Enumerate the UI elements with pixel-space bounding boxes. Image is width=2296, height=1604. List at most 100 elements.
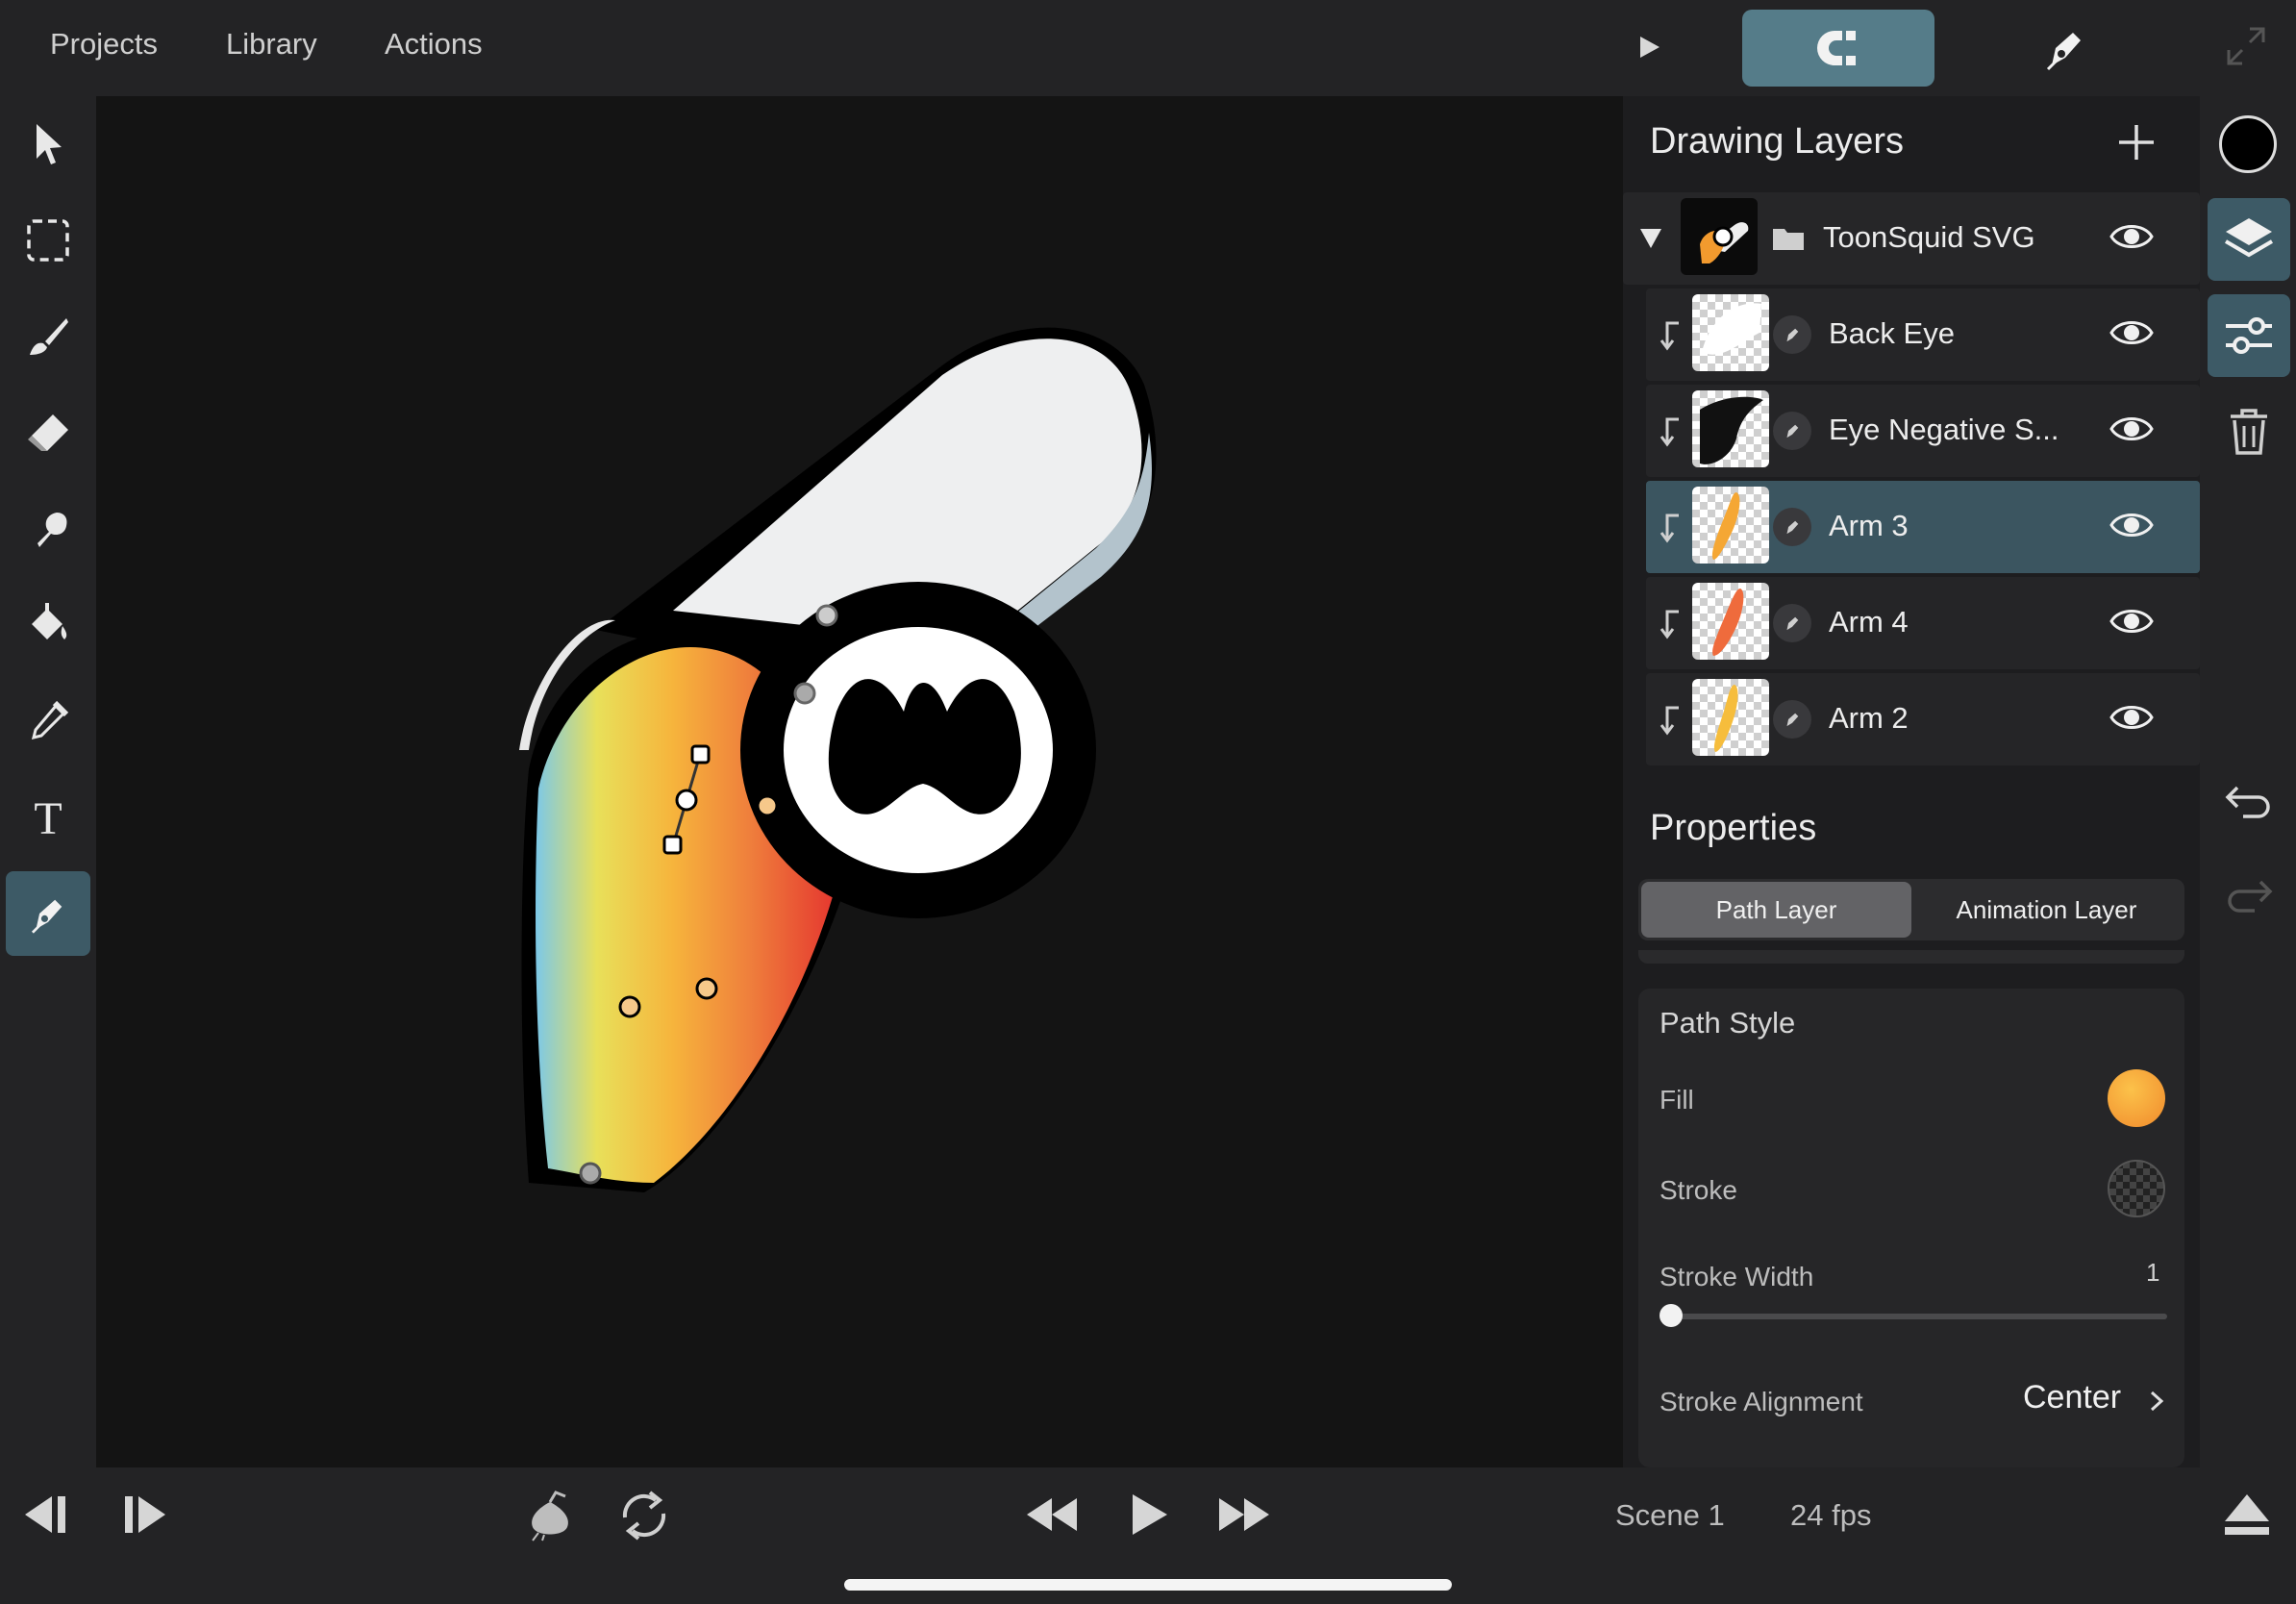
layer-row-selected[interactable]: Arm 3: [1646, 481, 2200, 573]
smudge-tool-button[interactable]: [6, 487, 90, 571]
menu-actions[interactable]: Actions: [385, 27, 483, 62]
stroke-width-slider-knob[interactable]: [1660, 1304, 1683, 1327]
visibility-eye-icon: [2109, 706, 2154, 729]
eject-icon: [2225, 1494, 2269, 1535]
select-arrow-icon: [37, 124, 62, 164]
layer-group-name: ToonSquid SVG: [1823, 220, 2035, 254]
brush-tool-button[interactable]: [6, 294, 90, 379]
stroke-width-value: 1: [2146, 1258, 2160, 1287]
path-layer-badge: [1773, 604, 1811, 642]
layer-name: Back Eye: [1829, 316, 1955, 350]
layer-thumbnail: [1692, 390, 1769, 467]
marquee-select-icon: [27, 219, 69, 262]
properties-tab-control[interactable]: Path Layer Animation Layer: [1638, 879, 2184, 940]
loop-button[interactable]: [617, 1489, 671, 1547]
pen-small-icon: [1786, 713, 1799, 727]
layer-thumbnail: [1692, 294, 1769, 371]
visibility-eye-icon: [2109, 417, 2154, 440]
fill-tool-button[interactable]: [6, 583, 90, 667]
rewind-button[interactable]: [1023, 1489, 1081, 1545]
pen-mode-icon[interactable]: [2038, 21, 2092, 80]
smudge-icon: [37, 513, 67, 547]
select-tool-button[interactable]: [6, 102, 90, 187]
pen-small-icon: [1786, 424, 1799, 439]
layer-thumbnail: [1692, 583, 1769, 660]
stroke-color-swatch[interactable]: [2108, 1160, 2165, 1217]
previous-frame-button[interactable]: [19, 1489, 71, 1545]
stroke-alignment-label: Stroke Alignment: [1660, 1387, 1863, 1416]
onion-skin-button[interactable]: [523, 1489, 577, 1547]
snapping-toggle-button[interactable]: [1742, 10, 1934, 87]
layer-name: Arm 4: [1829, 605, 1909, 639]
brush-icon: [30, 318, 68, 355]
loop-icon: [622, 1491, 666, 1541]
layer-row[interactable]: Eye Negative S...: [1646, 385, 2200, 477]
next-frame-button[interactable]: [119, 1489, 171, 1545]
rewind-icon: [1027, 1498, 1077, 1531]
marquee-tool-button[interactable]: [6, 198, 90, 283]
path-layer-badge: [1773, 315, 1811, 354]
path-style-card: Path Style Fill Stroke Stroke Width 1 St…: [1638, 989, 2184, 1467]
layer-name: Arm 2: [1829, 701, 1909, 735]
redo-icon: [2228, 880, 2273, 913]
eyedropper-tool-button[interactable]: [6, 679, 90, 764]
play-button[interactable]: [1125, 1489, 1173, 1545]
layers-panel-title: Drawing Layers: [1650, 121, 1904, 162]
clip-mask-icon: [1660, 321, 1679, 351]
tab-path-layer[interactable]: Path Layer: [1641, 882, 1911, 938]
properties-panel-button[interactable]: [2208, 294, 2290, 377]
layer-group-row[interactable]: ToonSquid SVG: [1623, 192, 2200, 285]
stroke-width-slider-track[interactable]: [1669, 1314, 2167, 1319]
tab-underline: [1638, 950, 2184, 964]
paint-bucket-icon: [32, 603, 67, 639]
fill-label: Fill: [1660, 1085, 1694, 1115]
visibility-eye-icon: [2109, 321, 2154, 344]
scene-selector[interactable]: Scene 1: [1615, 1498, 1725, 1533]
layers-panel-button[interactable]: [2208, 198, 2290, 281]
svg-text:T: T: [34, 793, 62, 841]
delete-layer-button[interactable]: [2208, 390, 2290, 473]
stroke-label: Stroke: [1660, 1175, 1737, 1205]
undo-button[interactable]: [2208, 760, 2290, 842]
step-back-icon: [25, 1496, 65, 1533]
pen-tool-button[interactable]: [6, 871, 90, 956]
menu-library[interactable]: Library: [226, 27, 317, 62]
timeline-toggle-button[interactable]: [2221, 1489, 2273, 1545]
folder-icon: [1773, 229, 1804, 250]
path-layer-badge: [1773, 508, 1811, 546]
fullscreen-icon[interactable]: [2221, 21, 2271, 76]
drawing-canvas[interactable]: [96, 96, 1623, 1467]
clip-mask-icon: [1660, 610, 1679, 639]
layer-row[interactable]: Back Eye: [1646, 288, 2200, 381]
layer-row[interactable]: Arm 2: [1646, 673, 2200, 765]
pen-small-icon: [1786, 616, 1799, 631]
side-panel: Drawing Layers ToonSquid SVG Back Eye Ey…: [1623, 96, 2200, 1467]
fast-forward-button[interactable]: [1215, 1489, 1273, 1545]
current-color-swatch[interactable]: [2219, 115, 2277, 173]
home-indicator[interactable]: [844, 1579, 1452, 1591]
fill-color-swatch[interactable]: [2108, 1069, 2165, 1127]
onion-icon: [532, 1491, 568, 1541]
app-window: Projects Library Actions T Drawing Layer…: [0, 0, 2296, 1604]
stroke-alignment-value[interactable]: Center: [2023, 1379, 2121, 1416]
plus-icon: [2119, 125, 2154, 160]
preview-play-icon[interactable]: [1635, 33, 1663, 66]
add-layer-button[interactable]: [2115, 121, 2158, 168]
tab-animation-layer[interactable]: Animation Layer: [1911, 882, 2182, 938]
redo-button[interactable]: [2208, 854, 2290, 937]
layer-name: Eye Negative S...: [1829, 413, 2059, 446]
eraser-tool-button[interactable]: [6, 390, 90, 475]
layer-group-thumbnail: [1681, 198, 1758, 275]
clip-mask-icon: [1660, 417, 1679, 447]
text-tool-button[interactable]: T: [6, 775, 90, 860]
undo-icon: [2225, 786, 2270, 818]
layer-row[interactable]: Arm 4: [1646, 577, 2200, 669]
visibility-eye-icon: [2109, 610, 2154, 633]
fps-selector[interactable]: 24 fps: [1790, 1498, 1871, 1533]
menu-projects[interactable]: Projects: [50, 27, 158, 62]
clip-mask-icon: [1660, 706, 1679, 736]
pen-tool-icon: [31, 899, 62, 934]
pen-small-icon: [1786, 520, 1799, 535]
stroke-width-label: Stroke Width: [1660, 1262, 1814, 1291]
layer-list[interactable]: ToonSquid SVG Back Eye Eye Negative S...…: [1623, 192, 2200, 781]
